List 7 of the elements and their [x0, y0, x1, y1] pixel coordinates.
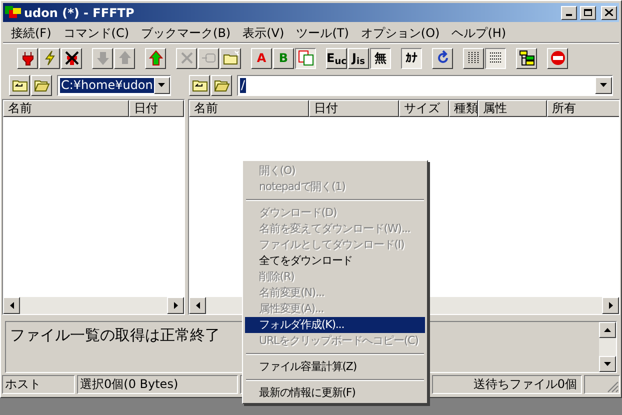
window-title: udon (*) - FFFTP [24, 4, 134, 22]
path-value: C:¥home¥udon [60, 78, 154, 92]
status-bar-field: 送待ちファイル0個 [432, 375, 582, 394]
status-bar-field: ホスト [2, 375, 75, 394]
status-bar-field: 選択0個(0 Bytes) [77, 375, 238, 394]
path-value: / [240, 78, 246, 92]
log-text: ファイル一覧の取得は正常終了 [10, 325, 220, 346]
